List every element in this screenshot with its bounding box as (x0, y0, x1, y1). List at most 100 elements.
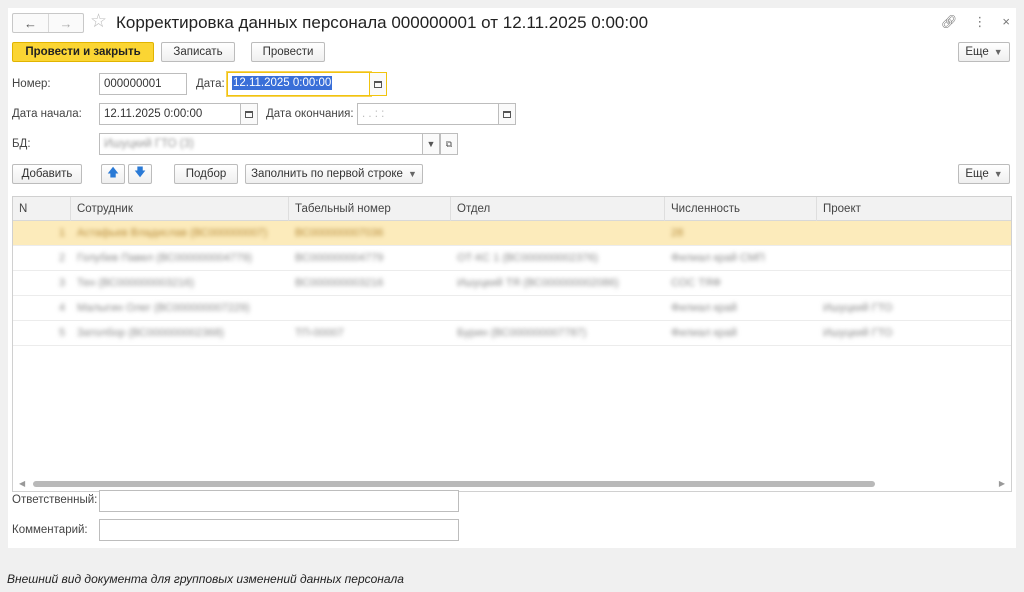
horizontal-scrollbar[interactable]: ◀ ▶ (13, 477, 1011, 491)
cell-employee: Затолбор (ВС000000002368) (77, 327, 224, 339)
favorite-star-icon[interactable]: ☆ (90, 11, 107, 33)
open-window-icon: ⧉ (445, 138, 453, 149)
cell-department (451, 221, 665, 246)
post-button[interactable]: Провести (251, 42, 325, 62)
cell-n: 1 (59, 227, 66, 239)
chevron-down-icon: ▼ (993, 169, 1003, 179)
pick-button[interactable]: Подбор (174, 164, 238, 184)
move-up-button[interactable]: 🡅 (101, 164, 125, 184)
date-field[interactable]: 12.11.2025 0:00:00 (227, 72, 371, 96)
responsible-field[interactable] (99, 490, 459, 512)
cell-employee: Тен (ВС000000003216) (77, 277, 195, 289)
column-header[interactable]: Табельный номер (289, 197, 451, 221)
db-label: БД: (12, 138, 31, 150)
post-and-close-button[interactable]: Провести и закрыть (12, 42, 154, 62)
cell-project: Ишуцкий ГТО (823, 302, 893, 314)
chevron-down-icon: ▼ (407, 169, 417, 179)
table-header: N Сотрудник Табельный номер Отдел Числен… (13, 197, 1011, 221)
close-icon[interactable]: × (1002, 14, 1010, 30)
calendar-icon (503, 110, 511, 118)
cell-tab-number: ВС000000003216 (295, 277, 384, 289)
title-bar: ← → ☆ Корректировка данных персонала 000… (8, 8, 1016, 38)
more-vertical-icon[interactable]: ⋮ (973, 14, 986, 30)
title-actions: 🔗︎ ⋮ × (941, 14, 1010, 30)
comment-label: Комментарий: (12, 524, 88, 536)
start-date-field[interactable]: 12.11.2025 0:00:00 (99, 103, 241, 125)
cell-department: Бурин (ВС000000007787) (457, 327, 587, 339)
cell-project (817, 271, 929, 296)
column-header[interactable]: N (13, 197, 71, 221)
cell-headcount: 28 (671, 227, 684, 239)
document-window: ← → ☆ Корректировка данных персонала 000… (8, 8, 1016, 548)
arrow-down-icon: 🡇 (134, 166, 146, 179)
cell-project: Ишуцкий ГТО (823, 327, 893, 339)
chevron-down-icon: ▼ (426, 139, 436, 149)
table-row[interactable]: 4 Малыгин Олег (ВС000000007229) Филиал к… (13, 296, 1011, 321)
figure-caption: Внешний вид документа для групповых изме… (7, 572, 404, 586)
number-label: Номер: (12, 78, 51, 90)
fill-by-first-row-button[interactable]: Заполнить по первой строке ▼ (245, 164, 423, 184)
table-more-label: Еще (965, 168, 989, 180)
cell-n: 5 (59, 327, 66, 339)
table-row[interactable]: 1 Астафьев Владислав (ВС000000007) ВС000… (13, 221, 1011, 246)
cell-employee: Голубев Павел (ВС000000004779) (77, 252, 252, 264)
cell-employee: Малыгин Олег (ВС000000007229) (77, 302, 250, 314)
chevron-down-icon: ▼ (993, 47, 1003, 57)
end-date-mask: . . : : (362, 108, 385, 120)
end-date-label: Дата окончания: (266, 108, 354, 120)
more-label: Еще (965, 46, 989, 58)
cell-n: 2 (59, 252, 66, 264)
fill-label: Заполнить по первой строке (251, 168, 403, 180)
move-down-button[interactable]: 🡇 (128, 164, 152, 184)
scroll-left-icon[interactable]: ◀ (19, 477, 25, 491)
column-header[interactable]: Проект (817, 197, 1011, 221)
calendar-icon (374, 80, 382, 88)
scroll-right-icon[interactable]: ▶ (999, 477, 1005, 491)
nav-buttons: ← → (12, 13, 84, 33)
cell-tab-number: ТП-00007 (295, 327, 344, 339)
cell-headcount: СОС ТЯФ (671, 277, 722, 289)
cell-project (817, 246, 929, 271)
table-more-button[interactable]: Еще ▼ (958, 164, 1010, 184)
cell-headcount: Филиал край (671, 302, 737, 314)
column-header[interactable]: Численность (665, 197, 817, 221)
end-date-field[interactable]: . . : : (357, 103, 499, 125)
date-calendar-button[interactable] (369, 72, 387, 96)
db-value: Ишуцкий ГТО (3) (104, 138, 194, 150)
date-label: Дата: (196, 78, 225, 90)
add-row-button[interactable]: Добавить (12, 164, 82, 184)
cell-headcount: Филиал край СМП (671, 252, 765, 264)
more-button[interactable]: Еще ▼ (958, 42, 1010, 62)
start-date-label: Дата начала: (12, 108, 82, 120)
forward-arrow-icon[interactable]: → (47, 14, 83, 32)
cell-n: 4 (59, 302, 66, 314)
comment-field[interactable] (99, 519, 459, 541)
cell-n: 3 (59, 277, 66, 289)
cell-project (817, 221, 929, 246)
db-open-button[interactable]: ⧉ (440, 133, 458, 155)
scrollbar-thumb[interactable] (33, 481, 875, 487)
table-row[interactable]: 3 Тен (ВС000000003216) ВС000000003216 Иш… (13, 271, 1011, 296)
employee-table[interactable]: N Сотрудник Табельный номер Отдел Числен… (12, 196, 1012, 492)
cell-headcount: Филиал край (671, 327, 737, 339)
column-header[interactable]: Отдел (451, 197, 665, 221)
cell-tab-number: ВС000000007036 (295, 227, 384, 239)
db-dropdown-button[interactable]: ▼ (422, 133, 440, 155)
table-row[interactable]: 5 Затолбор (ВС000000002368) ТП-00007 Бур… (13, 321, 1011, 346)
cell-tab-number: ВС000000004779 (295, 252, 384, 264)
column-header[interactable]: Сотрудник (71, 197, 289, 221)
cell-tab-number (289, 296, 451, 321)
back-arrow-icon[interactable]: ← (13, 14, 48, 32)
number-field[interactable]: 000000001 (99, 73, 187, 95)
page-title: Корректировка данных персонала 000000001… (116, 13, 649, 32)
link-icon[interactable]: 🔗︎ (941, 14, 958, 30)
calendar-icon (245, 110, 253, 118)
table-row[interactable]: 2 Голубев Павел (ВС000000004779) ВС00000… (13, 246, 1011, 271)
cell-department: Ишуцкий ТЯ (ВС000000002086) (457, 277, 619, 289)
cell-department: ОТ-КС 1 (ВС000000002376) (457, 252, 599, 264)
save-button[interactable]: Записать (161, 42, 235, 62)
cell-department (451, 296, 665, 321)
start-date-calendar-button[interactable] (240, 103, 258, 125)
db-field[interactable]: Ишуцкий ГТО (3) (99, 133, 423, 155)
end-date-calendar-button[interactable] (498, 103, 516, 125)
